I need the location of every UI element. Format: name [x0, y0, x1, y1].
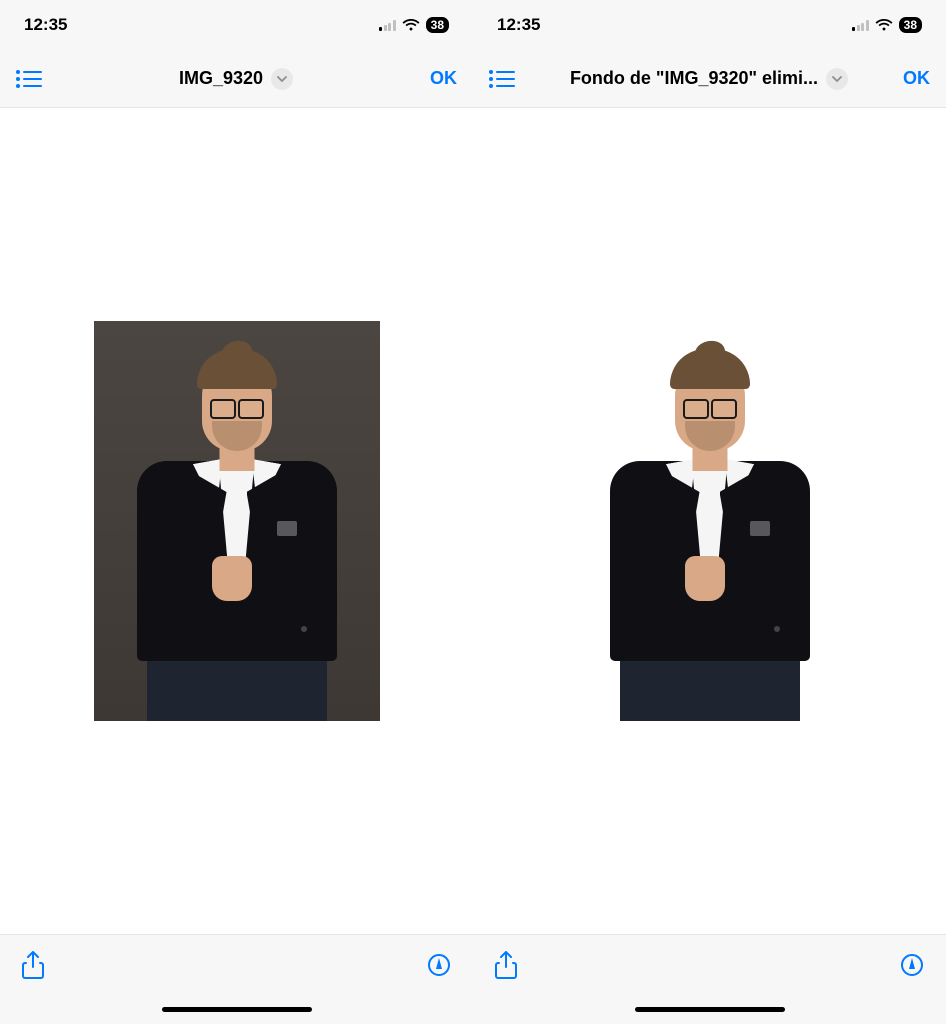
- share-icon[interactable]: [22, 951, 44, 979]
- nav-bar: IMG_9320 OK: [0, 50, 473, 108]
- status-time: 12:35: [497, 15, 540, 35]
- cellular-icon: [379, 19, 396, 31]
- battery-icon: 38: [899, 17, 922, 33]
- nav-title-wrap[interactable]: Fondo de "IMG_9320" elimi...: [515, 68, 903, 90]
- nav-title-wrap[interactable]: IMG_9320: [42, 68, 430, 90]
- markup-icon[interactable]: [427, 953, 451, 977]
- nav-bar: Fondo de "IMG_9320" elimi... OK: [473, 50, 946, 108]
- status-time: 12:35: [24, 15, 67, 35]
- toolbar: [0, 934, 473, 994]
- home-indicator-area: [0, 994, 473, 1024]
- image-viewer[interactable]: [0, 108, 473, 934]
- wifi-icon: [402, 18, 420, 31]
- wifi-icon: [875, 18, 893, 31]
- status-bar: 12:35 38: [473, 0, 946, 50]
- chevron-down-icon: [826, 68, 848, 90]
- battery-icon: 38: [426, 17, 449, 33]
- status-icons: 38: [852, 17, 922, 33]
- phone-screen-left: 12:35 38 IMG_9320 OK: [0, 0, 473, 1024]
- toolbar: [473, 934, 946, 994]
- chevron-down-icon: [271, 68, 293, 90]
- ok-button[interactable]: OK: [903, 68, 930, 89]
- status-bar: 12:35 38: [0, 0, 473, 50]
- list-icon[interactable]: [489, 69, 515, 89]
- home-indicator[interactable]: [635, 1007, 785, 1012]
- markup-icon[interactable]: [900, 953, 924, 977]
- share-icon[interactable]: [495, 951, 517, 979]
- list-icon[interactable]: [16, 69, 42, 89]
- status-icons: 38: [379, 17, 449, 33]
- image-viewer[interactable]: [473, 108, 946, 934]
- nav-title: Fondo de "IMG_9320" elimi...: [570, 68, 818, 89]
- ok-button[interactable]: OK: [430, 68, 457, 89]
- cellular-icon: [852, 19, 869, 31]
- photo-background-removed: [567, 321, 853, 721]
- nav-title: IMG_9320: [179, 68, 263, 89]
- home-indicator[interactable]: [162, 1007, 312, 1012]
- home-indicator-area: [473, 994, 946, 1024]
- phone-screen-right: 12:35 38 Fondo de "IMG_9320" elimi... OK: [473, 0, 946, 1024]
- photo-original: [94, 321, 380, 721]
